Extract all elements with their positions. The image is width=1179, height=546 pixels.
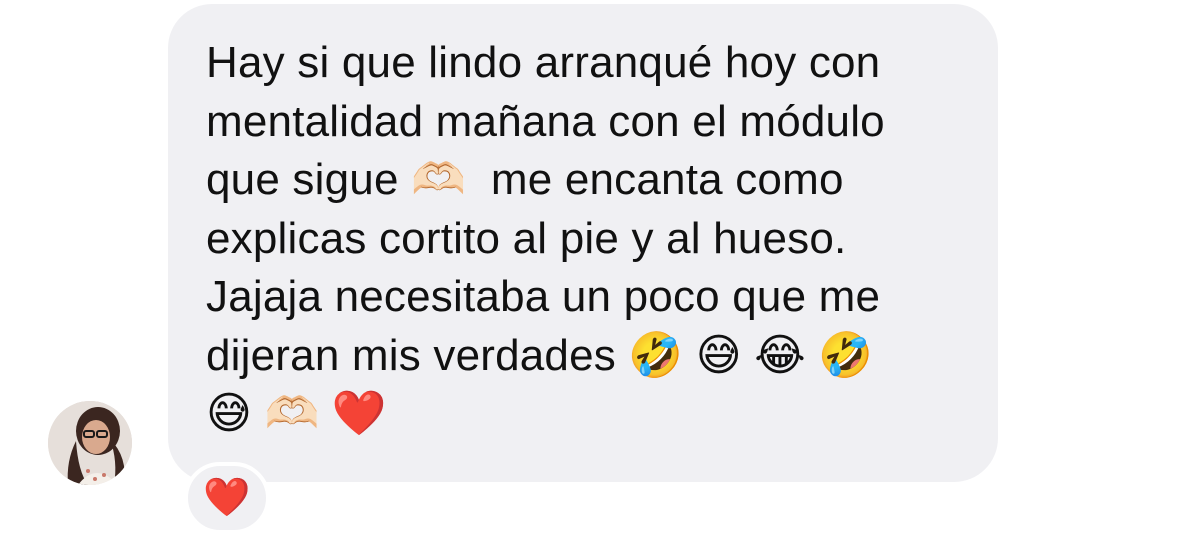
message-line: 😅 🫶🏻 ❤️ xyxy=(206,389,387,438)
message-line: Hay si que lindo arranqué hoy con xyxy=(206,38,881,87)
message-line: Jajaja necesitaba un poco que me xyxy=(206,272,881,321)
reaction-badge[interactable]: ❤️ xyxy=(184,462,270,534)
message-line: dijeran mis verdades 🤣 😅 😂 🤣 xyxy=(206,330,874,380)
message-line: explicas cortito al pie y al hueso. xyxy=(206,213,847,263)
avatar-photo xyxy=(48,401,132,485)
message-bubble[interactable]: Hay si que lindo arranqué hoy con mental… xyxy=(168,4,998,482)
message-line: que sigue 🫶🏻 me encanta como xyxy=(206,155,844,204)
heart-reaction-icon: ❤️ xyxy=(203,477,251,519)
chat-thread: Hay si que lindo arranqué hoy con mental… xyxy=(0,0,1179,546)
message-line: mentalidad mañana con el módulo xyxy=(206,96,885,146)
avatar[interactable] xyxy=(48,401,132,485)
